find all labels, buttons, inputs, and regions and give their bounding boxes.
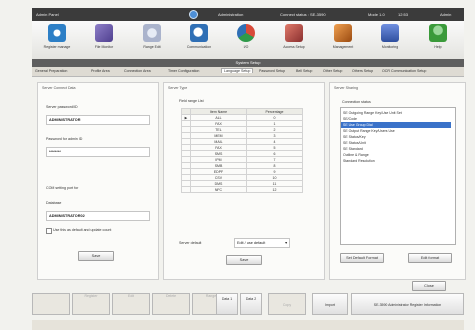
clock: 12:53 — [398, 12, 409, 17]
access-icon — [285, 24, 303, 42]
user-icon — [95, 24, 113, 42]
server-password-field[interactable]: ADMINISTRATOR — [46, 115, 150, 125]
field4-label: Database — [46, 201, 62, 205]
bottom-data1-button[interactable]: Data 1 — [216, 293, 238, 315]
tab-connection-area[interactable]: Connection Area — [124, 69, 151, 73]
search-icon — [190, 24, 208, 42]
monitor-icon — [381, 24, 399, 42]
bottom-data2-button[interactable]: Data 2 — [240, 293, 262, 315]
management-icon — [334, 24, 352, 42]
tab-ocr-communication-setup[interactable]: OCR Communication Setup — [382, 69, 426, 73]
panel-title: Server Sharing — [334, 86, 358, 90]
user-label: Admin — [440, 12, 452, 17]
toolbar-help-button[interactable]: Help — [417, 23, 459, 57]
app-window: Admin Panel Administration Connect statu… — [0, 0, 475, 330]
toolbar-communication-button[interactable]: Communication — [178, 23, 220, 57]
title-center: Administration — [218, 12, 244, 17]
tab-password-setup[interactable]: Password Setup — [259, 69, 285, 73]
tab-profile-area[interactable]: Profile Area — [91, 69, 110, 73]
panel-title: Server Type — [168, 86, 188, 90]
toolbar-access-setup-button[interactable]: Access Setup — [273, 23, 315, 57]
bottom-delete-button[interactable]: Delete — [152, 293, 190, 315]
tab-others-setup[interactable]: Others Setup — [352, 69, 373, 73]
tab-timer-configuration[interactable]: Timer Configuration — [168, 69, 199, 73]
field3-label: COM setting port for — [46, 186, 79, 190]
server-default-select[interactable]: Edit / use default ▾ — [234, 238, 290, 248]
list-label: Field range List — [179, 99, 204, 103]
list-label: Connection status — [342, 100, 371, 104]
bottom-copy-button[interactable]: Copy — [268, 293, 306, 315]
range-icon — [143, 24, 161, 42]
bottom-import-button[interactable]: Import — [312, 293, 348, 315]
connection-status-list[interactable]: SE Outgoing Range Key/Use Unit Set SE/Co… — [340, 107, 456, 245]
dropdown-label: Server default — [179, 241, 202, 245]
help-icon — [429, 24, 447, 42]
connect-status: Connect status : SE-3590 — [280, 12, 326, 17]
field1-label: Server password/ID — [46, 105, 78, 109]
set-default-format-button[interactable]: Set Default Format — [340, 253, 384, 263]
bottom-button-blank[interactable] — [32, 293, 70, 315]
panel-title: Server Connect Data — [42, 86, 76, 90]
admin-password-field[interactable]: ******** — [46, 147, 150, 157]
tab-bar: General Preparation Profile Area Connect… — [32, 67, 464, 77]
register-icon — [48, 24, 66, 42]
left-save-button[interactable]: Save — [78, 251, 114, 261]
default-checkbox[interactable] — [46, 228, 52, 234]
main-toolbar: Register manage File Monitor Range Edit … — [32, 21, 464, 60]
toolbar-io-button[interactable]: I/O — [225, 23, 267, 57]
title-bar: Admin Panel Administration Connect statu… — [32, 8, 464, 21]
app-logo-icon — [189, 10, 198, 19]
field-range-table: Item Name Percentage ▶ ALL 0 FAX 1 TEL 2 MEM… — [181, 108, 303, 193]
server-type-panel: Server Type Field range List Item Name P… — [163, 82, 325, 280]
list-item[interactable]: Standard Resolution — [343, 158, 451, 164]
database-field[interactable]: ADMINISTRATOR02 — [46, 211, 150, 221]
mode-label: Mode 1.0 — [368, 12, 385, 17]
field2-label: Password for admin ID — [46, 137, 83, 141]
title-left: Admin Panel — [36, 12, 59, 17]
server-connect-panel: Server Connect Data Server password/ID A… — [37, 82, 159, 280]
tab-bell-setup[interactable]: Bell Setup — [296, 69, 312, 73]
middle-save-button[interactable]: Save — [226, 255, 262, 265]
io-icon — [237, 24, 255, 42]
bottom-edit-button[interactable]: Edit — [112, 293, 150, 315]
server-sharing-panel: Server Sharing Connection status SE Outg… — [329, 82, 466, 280]
status-footer — [32, 320, 464, 330]
toolbar-range-edit-button[interactable]: Range Edit — [131, 23, 173, 57]
chevron-down-icon: ▾ — [285, 241, 287, 245]
table-row[interactable]: NFC 12 — [181, 186, 303, 193]
register-information-button[interactable]: SE-3590 Administrator Register Informati… — [351, 293, 464, 315]
toolbar-register-button[interactable]: Register manage — [36, 23, 78, 57]
bottom-action-bar: Register Edit Delete Range Data 1 Data 2… — [32, 293, 464, 317]
toolbar-management-button[interactable]: Management — [322, 23, 364, 57]
toolbar-monitoring-button[interactable]: Monitoring — [369, 23, 411, 57]
tab-general-preparation[interactable]: General Preparation — [35, 69, 67, 73]
section-title-bar: System Setup — [32, 59, 464, 67]
toolbar-file-monitor-button[interactable]: File Monitor — [83, 23, 125, 57]
tab-language-setup[interactable]: Language Setup — [221, 68, 254, 73]
checkbox-label: Use this as default and update count — [53, 228, 112, 232]
close-button[interactable]: Close — [412, 281, 446, 291]
edit-format-button[interactable]: Edit format — [408, 253, 452, 263]
tab-other-setup[interactable]: Other Setup — [323, 69, 342, 73]
bottom-register-button[interactable]: Register — [72, 293, 110, 315]
